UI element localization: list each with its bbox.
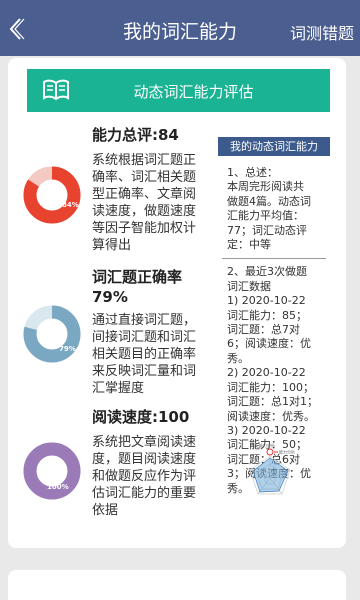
text-line: 2、最近3次做题 <box>227 265 307 279</box>
assessment-banner: 动态词汇能力评估 <box>27 69 330 112</box>
text-line: 读速度，做题速度 <box>92 204 197 219</box>
text-line: 等因子智能加权计 <box>92 221 197 236</box>
reading-speed-donut: 100% <box>23 442 81 500</box>
reading-speed-title: 阅读速度:100 <box>92 408 190 426</box>
ability-card: 动态词汇能力评估 84% 能力总评:84 系统根据词汇题正 确率、词汇相关题 型正确… <box>8 58 346 548</box>
text-line: 算得出 <box>92 238 132 253</box>
text-line: 3) 2020-10-22 <box>227 423 306 437</box>
text-line: 型正确率、文章阅 <box>92 187 197 202</box>
text-line: 和做题反应作为评 <box>92 469 197 484</box>
text-line: 定：中等 <box>227 238 271 252</box>
text-line: 做题4篇。动态词 <box>227 194 311 208</box>
text-line: 来反映词汇量和词 <box>92 364 197 379</box>
donut-label: 79% <box>59 345 76 353</box>
text-line: 2) 2020-10-22 <box>227 366 306 380</box>
text-line: 确率、词汇相关题 <box>92 170 197 185</box>
text-line: 间接词汇题和词汇 <box>92 330 197 345</box>
text-line: 词汇数据 <box>227 279 271 293</box>
text-line: 词汇题：总7对 <box>227 323 300 337</box>
overall-score-title: 能力总评:84 <box>92 126 179 144</box>
text-line: 通过直接词汇题， <box>92 313 197 328</box>
reading-speed-description: 系统把文章阅读速 度，题目阅读速度 和做题反应作为评 估词汇能力的重要 依据 <box>92 434 210 519</box>
accuracy-donut: 79% <box>23 305 81 363</box>
overall-score-donut: 84% <box>23 166 81 224</box>
accuracy-title-line1: 词汇题正确率 <box>92 268 183 286</box>
text-line: 依据 <box>92 503 119 518</box>
text-line: 词汇能力：100； <box>227 380 314 394</box>
text-line: 1) 2020-10-22 <box>227 294 306 308</box>
text-line: 汇掌握度 <box>92 381 145 396</box>
text-line: 词汇能力：85； <box>227 308 307 322</box>
panel-header: 我的动态词汇能力 <box>218 137 330 156</box>
text-line: 阅读速度：优秀。 <box>227 409 315 423</box>
text-line: 汇能力平均值： <box>227 209 304 223</box>
text-line: 秀。 <box>227 351 249 365</box>
wrong-questions-button[interactable]: 词测错题 <box>290 20 354 44</box>
text-line: 系统根据词汇题正 <box>92 153 197 168</box>
accuracy-title: 词汇题正确率 79% <box>92 267 182 307</box>
banner-title: 动态词汇能力评估 <box>133 83 254 101</box>
divider <box>222 258 326 260</box>
accuracy-description: 通过直接词汇题， 间接词汇题和词汇 相关题目的正确率 来反映词汇量和词 汇掌握度 <box>92 312 210 397</box>
accuracy-title-line2: 79% <box>92 288 128 306</box>
secondary-card <box>8 570 346 600</box>
text-line: 估词汇能力的重要 <box>92 486 197 501</box>
top-app-bar: 我的词汇能力 词测错题 <box>0 0 360 56</box>
radar-chart: 词汇能力分析 能力分析 <box>249 442 295 495</box>
summary-text: 1、总述： 本周完形阅读共 做题4篇。动态词 汇能力平均值： 77；词汇动态评 定：中等 <box>218 166 330 252</box>
radar-title: 词汇能力分析 <box>251 442 275 448</box>
text-line: 相关题目的正确率 <box>92 347 197 362</box>
text-line: 系统把文章阅读速 <box>92 435 197 450</box>
text-line: 6；阅读速度：优 <box>227 337 311 351</box>
text-line: 77；词汇动态评 <box>227 223 307 237</box>
text-line: 度，题目阅读速度 <box>92 452 197 467</box>
text-line: 1、总述： <box>227 166 278 179</box>
donut-label: 84% <box>62 201 79 209</box>
radar-legend: 能力分析 <box>279 449 295 455</box>
text-line: 词汇题：总1对1； <box>227 395 318 409</box>
text-line: 本周完形阅读共 <box>227 180 304 194</box>
donut-label: 100% <box>47 483 69 491</box>
overall-description: 系统根据词汇题正 确率、词汇相关题 型正确率、文章阅 读速度，做题速度 等因子智能加权计… <box>92 152 210 254</box>
